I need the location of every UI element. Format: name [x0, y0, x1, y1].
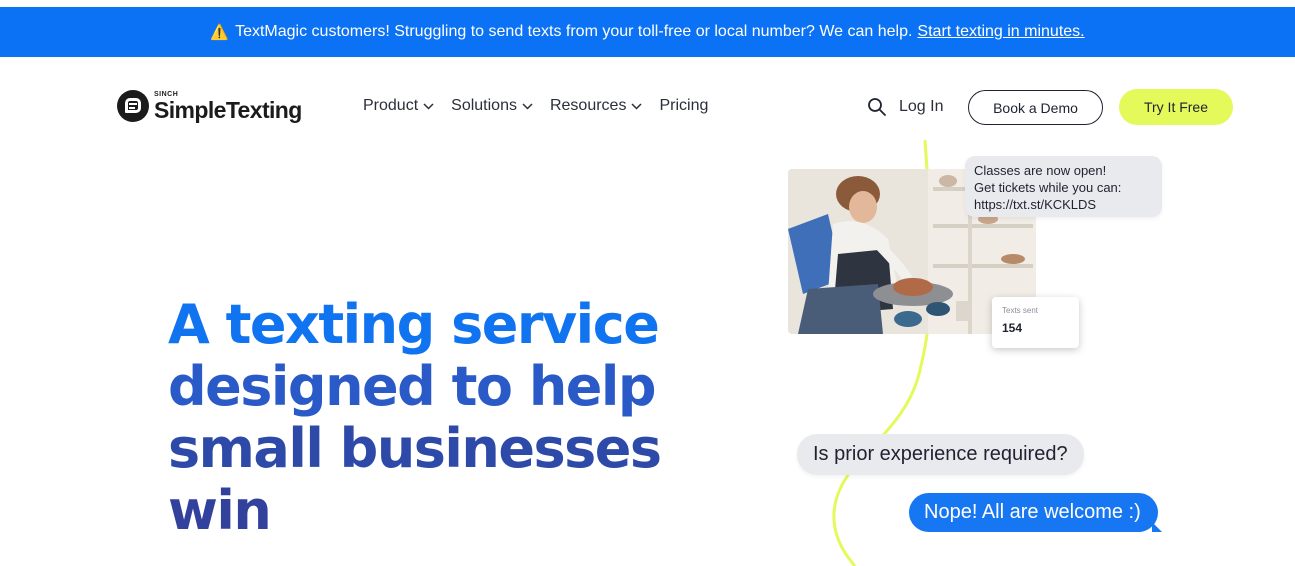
answer-bubble: Nope! All are welcome :) — [909, 493, 1162, 532]
message-line: https://txt.st/KCKLDS — [974, 197, 1097, 212]
login-link[interactable]: Log In — [899, 98, 943, 116]
message-line: Get tickets while you can: — [974, 180, 1122, 195]
hero-title-line: A texting service — [168, 293, 660, 356]
nav-label: Product — [363, 97, 419, 114]
nav-item-product[interactable]: Product — [363, 97, 434, 115]
texts-sent-card: Texts sent 154 — [992, 297, 1079, 348]
hero-title-line: small businesses — [168, 417, 662, 480]
book-demo-button[interactable]: Book a Demo — [968, 90, 1103, 125]
main-nav: Product Solutions Resources Pricing — [363, 97, 708, 115]
hero-title-line: designed to help — [168, 355, 657, 418]
chevron-down-icon — [631, 102, 642, 110]
announcement-text: TextMagic customers! Struggling to send … — [235, 23, 913, 40]
nav-label: Solutions — [451, 97, 517, 114]
warning-icon: ⚠️ — [210, 24, 230, 41]
start-texting-link[interactable]: Start texting in minutes. — [917, 23, 1084, 41]
message-line: Classes are now open! — [974, 163, 1107, 178]
logo-icon — [117, 90, 149, 122]
nav-label: Resources — [549, 97, 627, 114]
chevron-down-icon — [522, 102, 533, 110]
chevron-down-icon — [423, 102, 434, 110]
nav-item-solutions[interactable]: Solutions — [451, 97, 533, 115]
hero-title-line: win — [168, 479, 272, 542]
nav-item-pricing[interactable]: Pricing — [659, 97, 708, 115]
hero-title: A texting service designed to help small… — [168, 294, 688, 542]
logo[interactable]: SINCH SimpleTexting — [117, 90, 302, 122]
search-icon[interactable] — [867, 97, 887, 117]
try-free-button[interactable]: Try It Free — [1119, 89, 1233, 125]
question-bubble: Is prior experience required? — [797, 434, 1084, 475]
logo-brand-name: SimpleTexting — [154, 96, 302, 123]
announcement-bar: ⚠️ TextMagic customers! Struggling to se… — [0, 7, 1295, 57]
incoming-message-bubble: Classes are now open! Get tickets while … — [965, 156, 1162, 217]
texts-sent-value: 154 — [1002, 321, 1023, 335]
answer-text: Nope! All are welcome :) — [924, 501, 1141, 523]
question-text: Is prior experience required? — [813, 443, 1068, 465]
texts-sent-label: Texts sent — [1002, 306, 1039, 315]
nav-label: Pricing — [659, 97, 709, 114]
nav-item-resources[interactable]: Resources — [550, 97, 642, 115]
